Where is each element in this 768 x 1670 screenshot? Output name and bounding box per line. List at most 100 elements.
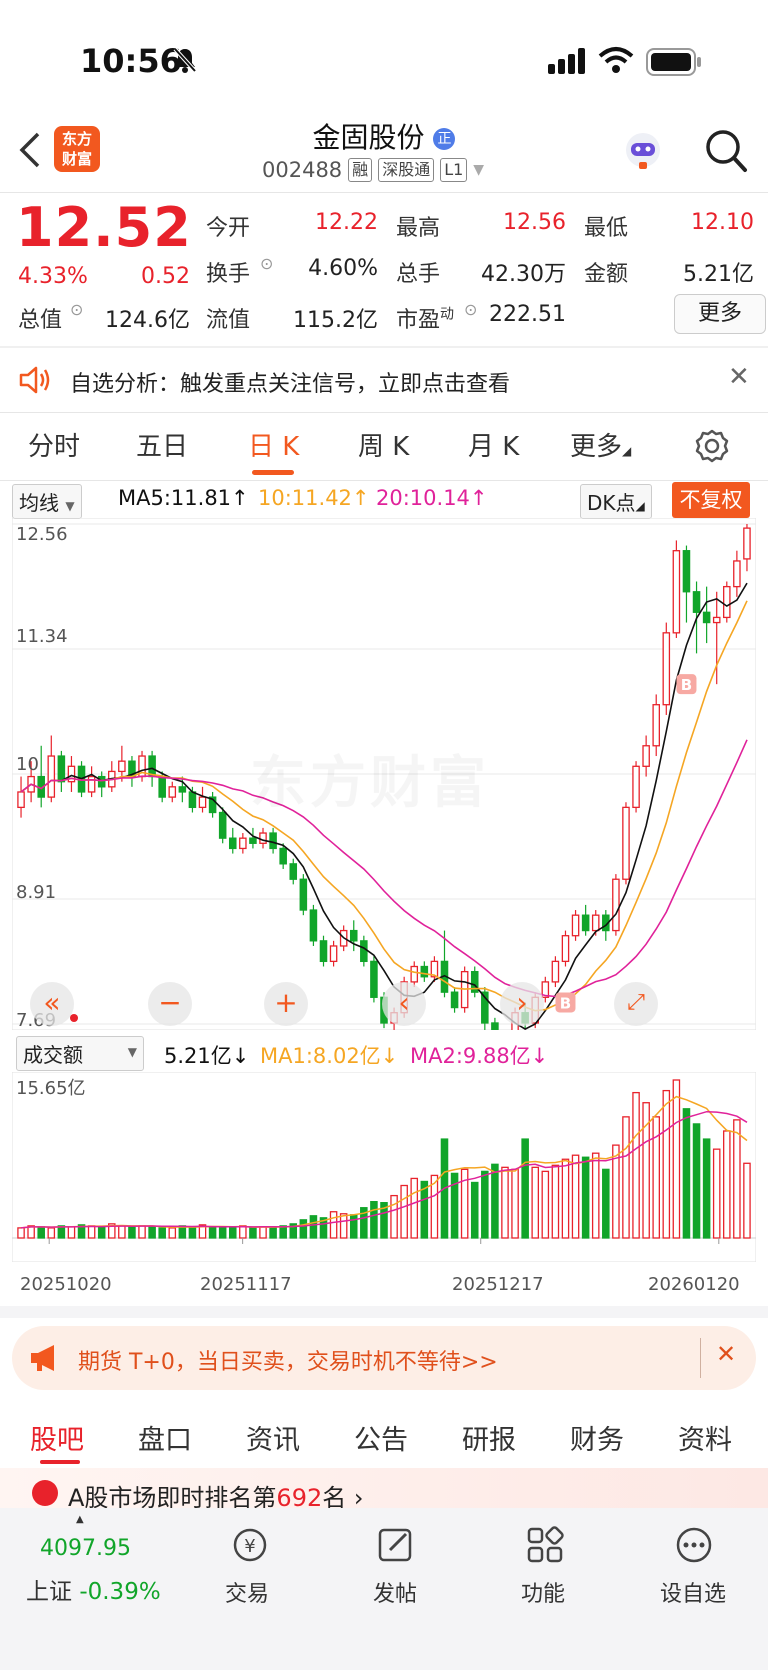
tag-connect: 深股通 — [378, 158, 435, 182]
index-name[interactable]: 上证 -0.39% — [26, 1572, 161, 1606]
tab-more[interactable]: 更多◢ — [570, 426, 631, 463]
functions-grid-icon[interactable] — [526, 1526, 566, 1568]
change-value: 0.52 — [141, 264, 190, 289]
indicator-dot — [70, 1014, 78, 1022]
notice-divider — [0, 412, 768, 413]
x-tick-3: 20251217 — [452, 1274, 544, 1295]
volume-bar-down — [249, 1227, 257, 1239]
volume-bar-down — [57, 1225, 66, 1239]
trade-icon[interactable]: ¥ — [230, 1526, 270, 1568]
volume-bar-up — [571, 1154, 580, 1239]
tab-intraday[interactable]: 分时 — [28, 426, 80, 463]
tab-finance[interactable]: 财务 — [570, 1418, 624, 1457]
volume-indicator-select[interactable]: 成交额 ▼ — [16, 1036, 144, 1071]
price-axis-top: 12.56 — [16, 524, 68, 545]
settings-gear-icon[interactable] — [694, 428, 730, 468]
volume-label: 总手 — [396, 262, 441, 287]
close-icon[interactable]: ✕ — [728, 362, 750, 392]
promo-banner[interactable]: 期货 T+0，当日买卖，交易时机不等待>> ✕ — [12, 1326, 756, 1390]
candle-down — [279, 847, 287, 865]
volume-bar-up — [239, 1225, 247, 1239]
indicator-select[interactable]: 均线 ▼ — [12, 484, 82, 519]
nav-trade[interactable]: 交易 — [192, 1576, 302, 1608]
tab-monthly-k[interactable]: 月 K — [468, 426, 519, 463]
tab-five-day[interactable]: 五日 — [136, 426, 188, 463]
candle-down — [682, 550, 691, 593]
candle-up — [591, 914, 600, 932]
info-icon[interactable]: ⊙ — [464, 300, 477, 319]
more-button[interactable]: 更多 — [674, 294, 766, 334]
chevron-down-icon[interactable]: ▼ — [473, 162, 484, 178]
candle-up — [733, 560, 741, 588]
info-icon[interactable]: ⊙ — [70, 300, 83, 319]
volume-bar-up — [712, 1148, 721, 1239]
tab-forum[interactable]: 股吧 — [30, 1418, 84, 1457]
volume-bar-down — [581, 1156, 590, 1239]
speaker-icon — [18, 364, 52, 400]
section-gap — [0, 1306, 768, 1318]
volume-bar-down — [228, 1226, 237, 1239]
index-value[interactable]: 4097.95 — [40, 1536, 131, 1561]
notice-text: 自选分析：触发重点关注信号，立即点击查看 — [70, 372, 511, 397]
candle-up — [632, 765, 640, 809]
nav-post[interactable]: 发帖 — [340, 1576, 450, 1608]
rewind-button[interactable]: « — [30, 982, 74, 1026]
candle-up — [652, 704, 660, 747]
candle-down — [218, 811, 227, 839]
dk-point-select[interactable]: DK点◢ — [580, 484, 652, 519]
tab-research[interactable]: 研报 — [462, 1418, 516, 1457]
tab-orderbook[interactable]: 盘口 — [138, 1418, 192, 1457]
notice-bar[interactable]: 自选分析：触发重点关注信号，立即点击查看 ✕ — [0, 348, 768, 412]
nav-add-watchlist[interactable]: 设自选 — [638, 1576, 748, 1608]
high-label: 最高 — [396, 216, 441, 241]
no-adjust-button[interactable]: 不复权 — [672, 482, 750, 518]
scroll-left-button[interactable]: ‹ — [382, 982, 426, 1026]
volume-bar-up — [339, 1213, 348, 1239]
tab-weekly-k[interactable]: 周 K — [358, 426, 409, 463]
tab-profile[interactable]: 资料 — [678, 1418, 732, 1457]
candle-up — [118, 760, 126, 773]
candle-up — [561, 935, 570, 963]
volume-bar-up — [743, 1162, 751, 1239]
volume-bar-up — [591, 1152, 600, 1239]
add-watchlist-icon[interactable] — [674, 1526, 714, 1568]
tab-announcements[interactable]: 公告 — [354, 1418, 408, 1457]
volume-bar-down — [208, 1226, 217, 1239]
tab-daily-k[interactable]: 日 K — [248, 426, 299, 463]
bell-off-icon — [172, 46, 198, 78]
candle-up — [672, 550, 681, 634]
info-icon[interactable]: ⊙ — [260, 254, 273, 273]
buy-signal-label: B — [560, 994, 571, 1012]
volume-chart[interactable] — [12, 1072, 756, 1262]
ranking-bar[interactable]: A股市场即时排名第692名 › — [0, 1468, 768, 1512]
nav-functions[interactable]: 功能 — [488, 1576, 598, 1608]
volume-bar-down — [692, 1123, 701, 1239]
candle-down — [269, 832, 277, 850]
volume-bar-down — [128, 1226, 136, 1239]
scroll-right-button[interactable]: › — [500, 982, 544, 1026]
promo-text: 期货 T+0，当日买卖，交易时机不等待>> — [78, 1350, 498, 1375]
tab-news[interactable]: 资讯 — [246, 1418, 300, 1457]
zoom-out-button[interactable]: − — [148, 982, 192, 1026]
promo-close-icon[interactable]: ✕ — [716, 1340, 736, 1368]
search-icon[interactable] — [704, 128, 748, 178]
zoom-in-button[interactable]: + — [264, 982, 308, 1026]
x-tick-4: 20260120 — [648, 1274, 740, 1295]
price-axis-2: 11.34 — [16, 626, 68, 647]
stock-code-row: 002488 融 深股通 L1 ▼ — [262, 158, 484, 182]
market-cap-label: 总值 — [18, 308, 63, 333]
candle-up — [198, 796, 207, 809]
active-tab-indicator — [252, 470, 294, 475]
candle-up — [642, 745, 650, 767]
volume-bar-down — [481, 1170, 489, 1239]
caret-up-icon: ▲ — [76, 1514, 84, 1525]
wifi-icon — [598, 46, 634, 78]
volume-bar-down — [279, 1225, 287, 1239]
volume-bar-up — [329, 1211, 338, 1239]
market-cap-value: 124.6亿 — [105, 308, 190, 333]
volume-bar-down — [269, 1227, 277, 1239]
candle-up — [612, 878, 620, 932]
fullscreen-icon[interactable]: ⤢ — [614, 982, 658, 1026]
post-edit-icon[interactable] — [376, 1526, 416, 1568]
robot-assistant-icon[interactable] — [620, 128, 666, 178]
